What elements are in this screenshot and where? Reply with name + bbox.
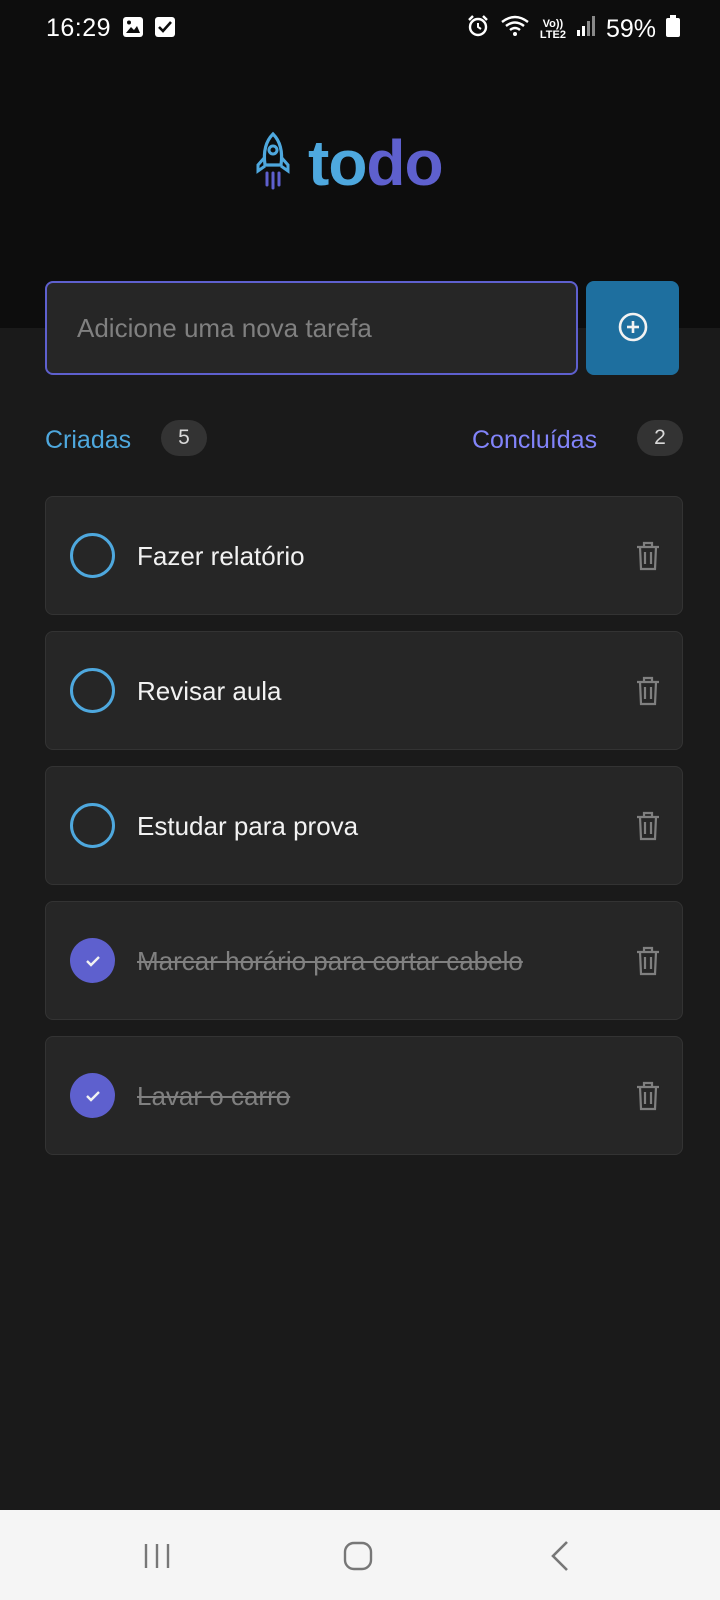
add-task-button[interactable] — [586, 281, 679, 375]
battery-icon — [666, 15, 680, 44]
logo-text-to: to — [308, 127, 367, 199]
trash-icon[interactable] — [632, 675, 664, 707]
task-title: Marcar horário para cortar cabelo — [137, 946, 523, 976]
plus-circle-icon — [617, 311, 649, 346]
task-title: Fazer relatório — [137, 541, 305, 571]
task-item: Fazer relatório — [45, 496, 683, 615]
task-item: Revisar aula — [45, 631, 683, 750]
home-icon[interactable] — [338, 1538, 378, 1574]
created-label: Criadas — [45, 426, 132, 454]
checkbox-notification-icon — [154, 16, 176, 45]
new-task-input[interactable] — [45, 281, 578, 375]
alarm-icon — [466, 14, 490, 45]
created-count-badge: 5 — [161, 420, 207, 456]
task-checkbox[interactable] — [70, 803, 115, 848]
status-notification-icons — [122, 16, 176, 45]
done-label: Concluídas — [472, 426, 598, 454]
task-item: Lavar o carro — [45, 1036, 683, 1155]
wifi-icon — [500, 14, 530, 45]
task-checkbox-checked[interactable] — [70, 1073, 115, 1118]
task-list: Fazer relatório Revisar aula Estudar par… — [45, 496, 683, 1171]
back-icon[interactable] — [540, 1538, 580, 1574]
check-icon — [85, 1090, 100, 1102]
rocket-icon — [254, 131, 292, 196]
trash-icon[interactable] — [632, 1080, 664, 1112]
status-time: 16:29 — [46, 14, 112, 42]
new-task-form — [45, 281, 679, 375]
task-checkbox[interactable] — [70, 533, 115, 578]
app-logo: todo — [254, 128, 444, 198]
recent-apps-icon[interactable] — [137, 1538, 177, 1574]
battery-percent: 59% — [605, 15, 656, 43]
screen: 16:29 Vo)) LTE2 59% todo Adicione uma no… — [0, 0, 720, 1600]
check-icon — [85, 955, 100, 967]
logo-text-do: do — [366, 127, 443, 199]
task-item: Estudar para prova — [45, 766, 683, 885]
done-count-badge: 2 — [637, 420, 683, 456]
signal-icon — [576, 15, 596, 44]
trash-icon[interactable] — [632, 945, 664, 977]
task-checkbox[interactable] — [70, 668, 115, 713]
logo-text: todo — [308, 131, 444, 195]
trash-icon[interactable] — [632, 810, 664, 842]
task-title: Lavar o carro — [137, 1081, 291, 1111]
gallery-icon — [122, 16, 144, 45]
status-bar: 16:29 Vo)) LTE2 59% — [0, 0, 720, 56]
task-checkbox-checked[interactable] — [70, 938, 115, 983]
task-counters: Criadas 5 Concluídas 2 — [45, 420, 683, 460]
status-system-icons: Vo)) LTE2 59% — [466, 14, 680, 45]
lte-icon: Vo)) LTE2 — [539, 17, 566, 41]
task-item: Marcar horário para cortar cabelo — [45, 901, 683, 1020]
app-header: 16:29 Vo)) LTE2 59% todo — [0, 0, 720, 328]
task-title: Revisar aula — [137, 676, 282, 706]
trash-icon[interactable] — [632, 540, 664, 572]
system-nav-bar — [0, 1510, 720, 1600]
task-title: Estudar para prova — [137, 811, 359, 841]
